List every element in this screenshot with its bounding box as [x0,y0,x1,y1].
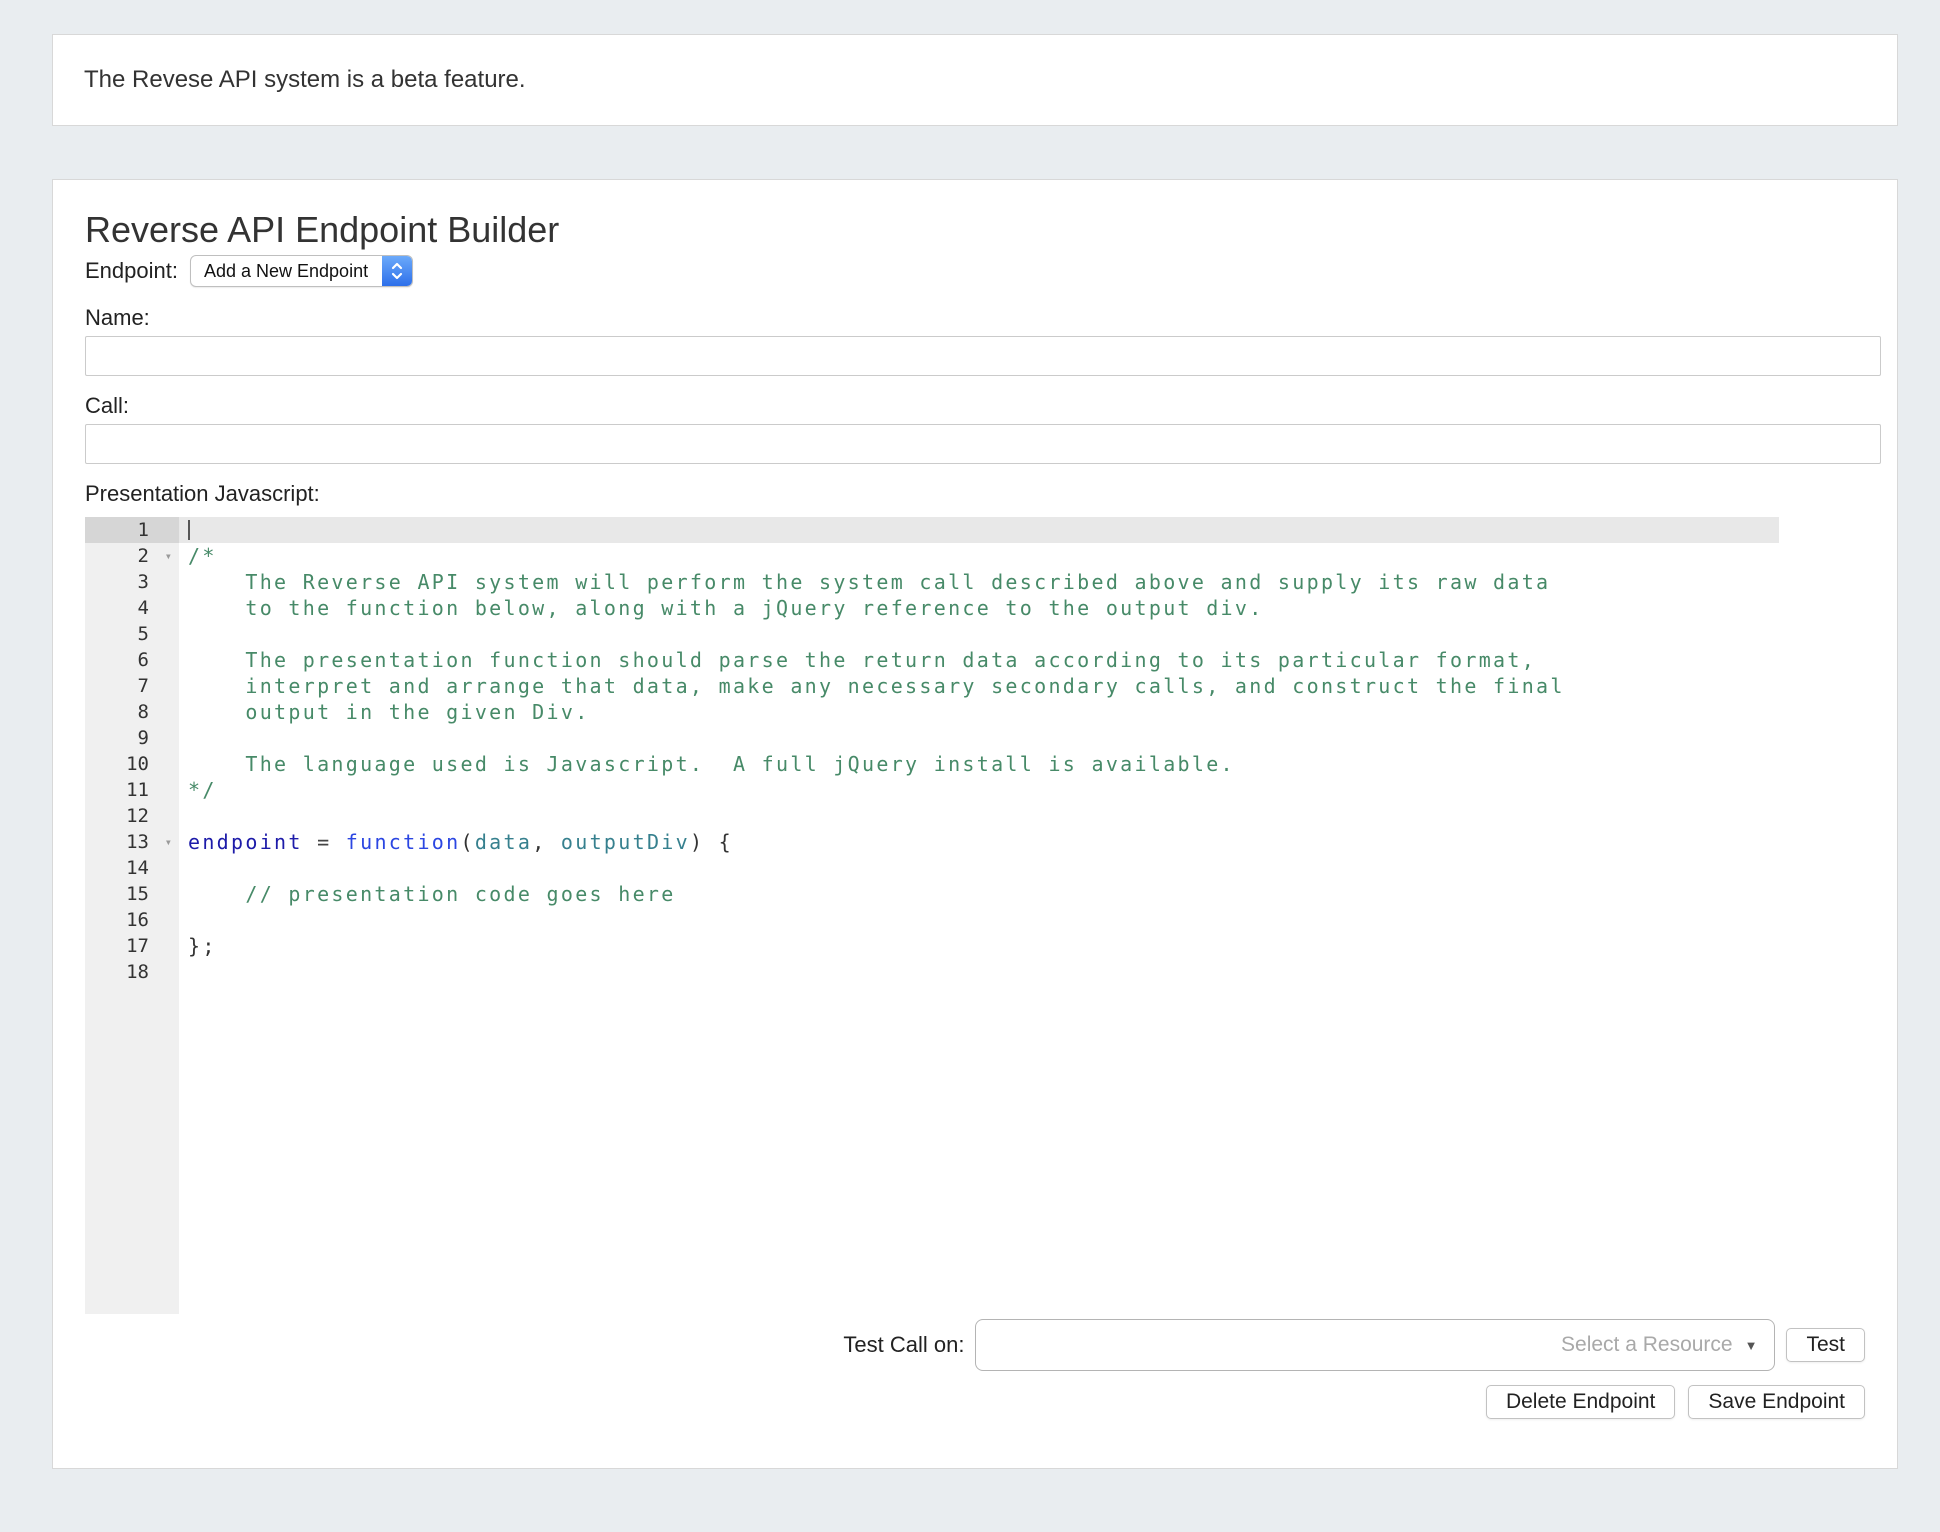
line-number: 2▾ [85,543,179,569]
save-endpoint-button[interactable]: Save Endpoint [1688,1385,1865,1419]
line-number: 18 [85,959,179,985]
code-line: The Reverse API system will perform the … [179,569,1779,595]
endpoint-actions-row: Delete Endpoint Save Endpoint [85,1385,1881,1419]
code-line: The presentation function should parse t… [179,647,1779,673]
chevron-up-down-icon [382,256,412,286]
fold-arrow-icon[interactable]: ▾ [165,829,172,855]
code-line: }; [179,933,1779,959]
test-call-row: Test Call on: Select a Resource ▼ Test [85,1319,1881,1371]
code-line: to the function below, along with a jQue… [179,595,1779,621]
code-line: /* [179,543,1779,569]
endpoint-select-value: Add a New Endpoint [191,256,382,286]
test-call-on-label: Test Call on: [843,1332,964,1358]
editor-code-area[interactable]: /* The Reverse API system will perform t… [179,517,1779,1314]
test-button[interactable]: Test [1786,1328,1865,1362]
code-line: The language used is Javascript. A full … [179,751,1779,777]
line-number: 17 [85,933,179,959]
resource-select[interactable]: Select a Resource ▼ [975,1319,1775,1371]
endpoint-select[interactable]: Add a New Endpoint [190,255,413,287]
line-number: 16 [85,907,179,933]
code-line [179,517,1779,543]
name-label: Name: [85,304,1881,332]
code-line: interpret and arrange that data, make an… [179,673,1779,699]
code-line: // presentation code goes here [179,881,1779,907]
text-cursor [188,520,190,540]
line-number: 14 [85,855,179,881]
code-line: endpoint = function(data, outputDiv) { [179,829,1779,855]
code-line [179,959,1779,985]
endpoint-row: Endpoint: Add a New Endpoint [85,254,1881,288]
call-label: Call: [85,392,1881,420]
line-number: 12 [85,803,179,829]
code-line: */ [179,777,1779,803]
editor-line-number-gutter: 12▾345678910111213▾1415161718 [85,517,179,1314]
endpoint-builder-panel: Reverse API Endpoint Builder Endpoint: A… [52,179,1898,1469]
line-number: 11 [85,777,179,803]
page-title: Reverse API Endpoint Builder [85,208,1881,252]
beta-notice-banner: The Revese API system is a beta feature. [52,34,1898,126]
dropdown-caret-icon: ▼ [1745,1338,1758,1353]
line-number: 1 [85,517,179,543]
code-line [179,907,1779,933]
resource-select-placeholder: Select a Resource [1561,1333,1733,1357]
line-number: 15 [85,881,179,907]
delete-endpoint-button[interactable]: Delete Endpoint [1486,1385,1675,1419]
fold-arrow-icon[interactable]: ▾ [165,543,172,569]
line-number: 7 [85,673,179,699]
call-input[interactable] [85,424,1881,464]
line-number: 3 [85,569,179,595]
beta-notice-text: The Revese API system is a beta feature. [84,66,526,94]
line-number: 10 [85,751,179,777]
code-line [179,621,1779,647]
name-input[interactable] [85,336,1881,376]
javascript-code-editor[interactable]: 12▾345678910111213▾1415161718 /* The Rev… [85,517,1779,1314]
code-line [179,855,1779,881]
line-number: 13▾ [85,829,179,855]
line-number: 8 [85,699,179,725]
presentation-javascript-label: Presentation Javascript: [85,480,1881,508]
code-line: output in the given Div. [179,699,1779,725]
line-number: 5 [85,621,179,647]
code-line [179,725,1779,751]
line-number: 9 [85,725,179,751]
code-line [179,803,1779,829]
line-number: 4 [85,595,179,621]
line-number: 6 [85,647,179,673]
endpoint-label: Endpoint: [85,258,178,284]
